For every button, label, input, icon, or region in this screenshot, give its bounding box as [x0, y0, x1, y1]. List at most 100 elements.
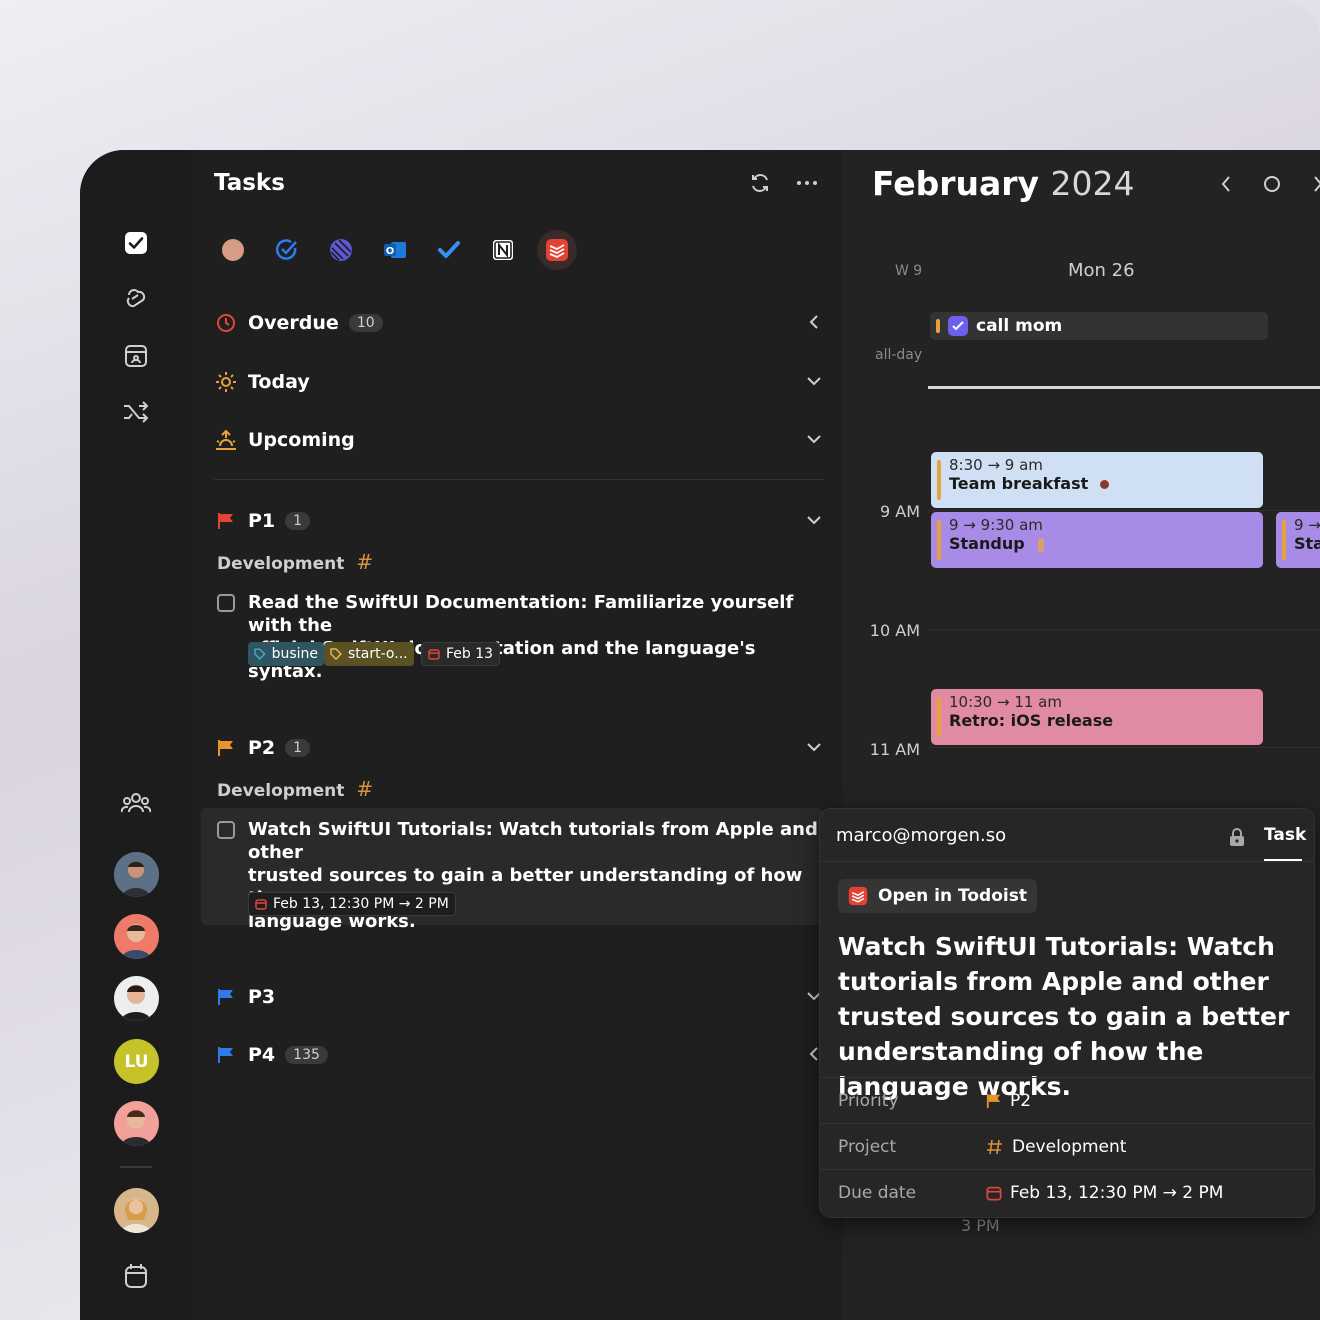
- section-upcoming[interactable]: Upcoming: [214, 425, 824, 455]
- avatar[interactable]: [114, 976, 159, 1021]
- tab-task[interactable]: Task: [1264, 825, 1306, 845]
- property-key: Due date: [838, 1182, 917, 1203]
- hash-icon: #: [356, 550, 374, 574]
- count-badge: 10: [348, 314, 383, 332]
- allday-event[interactable]: call mom: [930, 312, 1268, 340]
- property-value: Feb 13, 12:30 PM → 2 PM: [986, 1183, 1223, 1203]
- property-row-due-date[interactable]: Due date Feb 13, 12:30 PM → 2 PM: [820, 1169, 1314, 1215]
- group-label: P1: [248, 510, 276, 532]
- property-key: Project: [838, 1136, 897, 1157]
- chevron-down-icon[interactable]: [804, 510, 824, 530]
- personal-source-icon[interactable]: [213, 230, 253, 270]
- task-title-line: Read the SwiftUI Documentation: Familiar…: [248, 592, 794, 636]
- label-text: start-o...: [348, 646, 408, 662]
- chevron-down-icon[interactable]: [804, 371, 824, 391]
- task-checkbox[interactable]: [217, 594, 235, 612]
- hour-line: [928, 510, 1320, 511]
- more-icon[interactable]: [794, 170, 820, 196]
- avatar[interactable]: [114, 1188, 159, 1233]
- outlook-source-icon[interactable]: O: [375, 230, 415, 270]
- event-color-bar: [1282, 520, 1286, 560]
- property-value: Development: [986, 1137, 1126, 1157]
- event-time: 9 → 9:30 am: [949, 516, 1043, 534]
- todoist-source-icon[interactable]: [537, 230, 577, 270]
- open-in-todoist-button[interactable]: Open in Todoist: [838, 879, 1037, 913]
- event-title-text: Team breakfast: [949, 474, 1089, 493]
- todo-source-icon[interactable]: [429, 230, 469, 270]
- year-label: 2024: [1050, 164, 1135, 203]
- tag-icon: [254, 648, 266, 660]
- flag-icon: [986, 1093, 1001, 1108]
- event-time: 9 →: [1294, 516, 1320, 534]
- group-label: P3: [248, 986, 276, 1008]
- day-header[interactable]: Mon 26: [1068, 260, 1135, 281]
- due-date-chip[interactable]: Feb 13: [421, 642, 501, 666]
- prev-arrow-icon[interactable]: [1214, 172, 1238, 196]
- ai-assistant-icon[interactable]: [120, 283, 152, 315]
- section-overdue[interactable]: Overdue 10: [214, 308, 824, 338]
- avatar[interactable]: [114, 1101, 159, 1146]
- event-title: Retro: iOS release: [949, 711, 1114, 730]
- event-title-text: Standup: [949, 534, 1025, 553]
- project-name: Development: [217, 554, 345, 574]
- group-p2[interactable]: P2 1: [214, 733, 824, 763]
- calendar-nav-icon[interactable]: [120, 1260, 152, 1292]
- lock-icon: [1228, 827, 1246, 851]
- property-key: Priority: [838, 1090, 899, 1111]
- group-p1[interactable]: P1 1: [214, 506, 824, 536]
- event-time: 10:30 → 11 am: [949, 693, 1062, 711]
- section-today[interactable]: Today: [214, 367, 824, 397]
- shuffle-icon[interactable]: [120, 396, 152, 428]
- task-checkbox[interactable]: [217, 821, 235, 839]
- project-label: Development #: [217, 777, 373, 801]
- next-arrow-icon[interactable]: [1306, 172, 1320, 196]
- contacts-card-icon[interactable]: [120, 340, 152, 372]
- calendar-event[interactable]: 8:30 → 9 am Team breakfast: [931, 452, 1263, 508]
- group-p3[interactable]: P3: [214, 982, 824, 1012]
- task-title: Read the SwiftUI Documentation: Familiar…: [248, 591, 823, 683]
- left-rail: LU: [80, 150, 193, 1320]
- event-color-bar: [937, 520, 941, 560]
- calendar-event[interactable]: 9 → 9:30 am Standup: [931, 512, 1263, 568]
- property-value: P2: [986, 1091, 1031, 1111]
- calendar-event[interactable]: 10:30 → 11 am Retro: iOS release: [931, 689, 1263, 745]
- task-item[interactable]: Watch SwiftUI Tutorials: Watch tutorials…: [201, 808, 823, 932]
- event-title: call mom: [976, 316, 1063, 336]
- chevron-down-icon[interactable]: [804, 737, 824, 757]
- sun-icon: [214, 370, 238, 394]
- avatar[interactable]: [114, 914, 159, 959]
- property-row-project[interactable]: Project Development: [820, 1123, 1314, 1169]
- today-circle-icon[interactable]: [1260, 172, 1284, 196]
- hour-line: [928, 747, 1320, 748]
- people-icon[interactable]: [120, 787, 152, 819]
- allday-label: all-day: [875, 347, 923, 363]
- allday-divider: [928, 386, 1320, 389]
- hour-label: 10 AM: [869, 621, 920, 640]
- tasks-nav-icon[interactable]: [120, 227, 152, 259]
- chevron-left-icon[interactable]: [804, 312, 824, 332]
- avatar[interactable]: [114, 852, 159, 897]
- checkbox-checked-icon[interactable]: [948, 316, 968, 336]
- divider: [214, 479, 824, 480]
- check-source-icon[interactable]: [267, 230, 307, 270]
- label-chip[interactable]: start-o...: [324, 642, 414, 666]
- sync-icon[interactable]: [747, 170, 773, 196]
- svg-text:O: O: [386, 246, 395, 257]
- task-title-line: Watch SwiftUI Tutorials: Watch tutorials…: [248, 819, 818, 863]
- avatar[interactable]: LU: [114, 1039, 159, 1084]
- due-date: Feb 13: [446, 646, 494, 662]
- task-item[interactable]: Read the SwiftUI Documentation: Familiar…: [201, 588, 823, 682]
- notion-source-icon[interactable]: [483, 230, 523, 270]
- event-color-bar: [936, 319, 940, 333]
- month-label: February: [872, 164, 1040, 203]
- property-row-priority[interactable]: Priority P2: [820, 1077, 1314, 1123]
- calendar-event[interactable]: 9 → Sta: [1276, 512, 1320, 568]
- group-p4[interactable]: P4 135: [214, 1040, 824, 1070]
- event-color-bar: [937, 460, 941, 500]
- flag-icon: [214, 736, 238, 760]
- linear-source-icon[interactable]: [321, 230, 361, 270]
- label-chip[interactable]: busine: [248, 642, 324, 666]
- chevron-down-icon[interactable]: [804, 429, 824, 449]
- section-label: Upcoming: [248, 429, 355, 451]
- due-date-chip[interactable]: Feb 13, 12:30 PM → 2 PM: [248, 892, 456, 916]
